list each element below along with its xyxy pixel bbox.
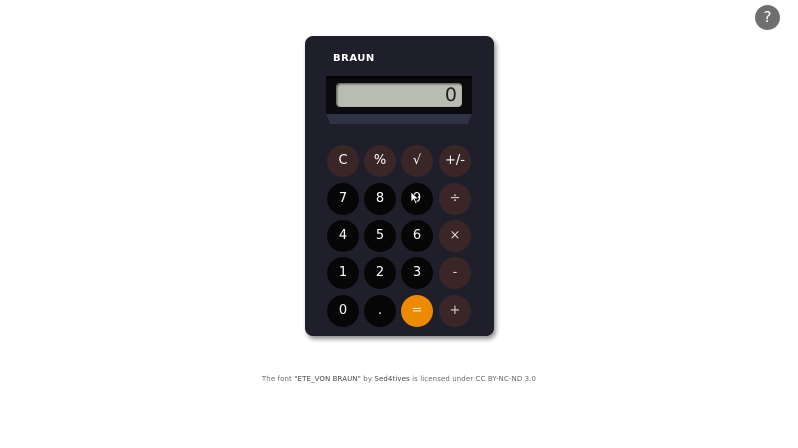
add-button[interactable]: + — [439, 295, 471, 327]
calculator: BRAUN 0 C % √ +/- 7 8 9 ÷ 4 5 6 × 1 2 3 … — [305, 36, 494, 336]
clear-button[interactable]: C — [327, 145, 359, 177]
subtract-button[interactable]: - — [439, 257, 471, 289]
license-text: is licensed under CC BY-NC-ND 3.0 — [412, 375, 537, 383]
digit-7-button[interactable]: 7 — [327, 183, 359, 215]
credit-by: by — [363, 375, 373, 383]
digit-4-button[interactable]: 4 — [327, 220, 359, 252]
digit-3-button[interactable]: 3 — [401, 257, 433, 289]
digit-9-button[interactable]: 9 — [401, 183, 433, 215]
font-credit: The font "ETE_VON BRAUN" by Sed4tives is… — [0, 375, 798, 383]
digit-6-button[interactable]: 6 — [401, 220, 433, 252]
display-ledge — [326, 114, 472, 124]
brand-logo: BRAUN — [333, 53, 375, 64]
percent-button[interactable]: % — [364, 145, 396, 177]
digit-0-button[interactable]: 0 — [327, 295, 359, 327]
digit-5-button[interactable]: 5 — [364, 220, 396, 252]
sign-toggle-button[interactable]: +/- — [439, 145, 471, 177]
page: ? BRAUN 0 C % √ +/- 7 8 9 ÷ 4 5 6 × 1 2 … — [0, 0, 798, 448]
author-link[interactable]: Sed4tives — [374, 375, 409, 383]
digit-8-button[interactable]: 8 — [364, 183, 396, 215]
equals-button[interactable]: = — [401, 295, 433, 327]
font-name-link[interactable]: "ETE_VON BRAUN" — [294, 375, 361, 383]
digit-1-button[interactable]: 1 — [327, 257, 359, 289]
sqrt-button[interactable]: √ — [401, 145, 433, 177]
divide-button[interactable]: ÷ — [439, 183, 471, 215]
decimal-button[interactable]: . — [364, 295, 396, 327]
display-readout: 0 — [336, 83, 462, 107]
digit-2-button[interactable]: 2 — [364, 257, 396, 289]
multiply-button[interactable]: × — [439, 220, 471, 252]
credit-prefix: The font — [261, 375, 292, 383]
help-button[interactable]: ? — [755, 5, 780, 30]
